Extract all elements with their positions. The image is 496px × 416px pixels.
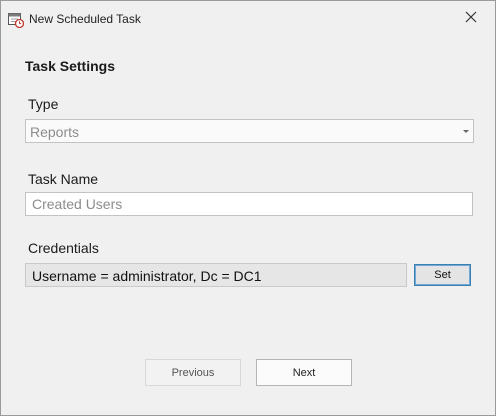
- credentials-label: Credentials: [28, 240, 99, 256]
- next-button[interactable]: Next: [256, 359, 352, 386]
- close-button[interactable]: [457, 7, 485, 31]
- type-select[interactable]: Reports: [25, 119, 474, 143]
- credentials-field: Username = administrator, Dc = DC1: [25, 263, 407, 287]
- title-bar: New Scheduled Task: [1, 1, 495, 37]
- type-label: Type: [28, 96, 59, 112]
- task-name-label: Task Name: [28, 171, 99, 187]
- window-title: New Scheduled Task: [29, 12, 141, 26]
- credentials-value: Username = administrator, Dc = DC1: [32, 268, 262, 284]
- type-select-value: Reports: [30, 124, 80, 140]
- section-title: Task Settings: [25, 58, 115, 74]
- previous-button[interactable]: Previous: [145, 359, 241, 386]
- chevron-down-icon: [463, 130, 469, 133]
- close-icon: [465, 10, 477, 28]
- new-scheduled-task-dialog: New Scheduled Task Task Settings Type Re…: [0, 0, 496, 416]
- task-name-input[interactable]: [25, 192, 473, 216]
- calendar-clock-icon: [8, 12, 25, 29]
- set-credentials-button[interactable]: Set: [414, 264, 471, 286]
